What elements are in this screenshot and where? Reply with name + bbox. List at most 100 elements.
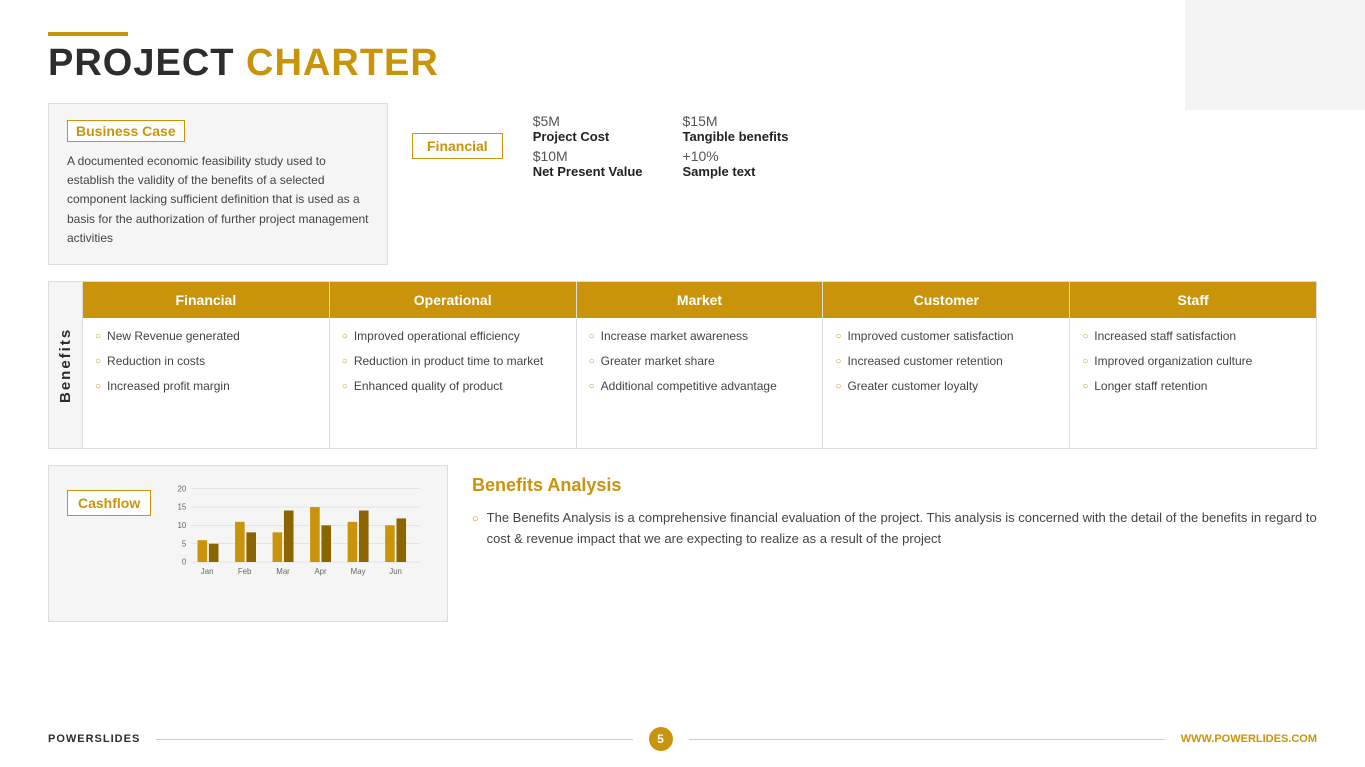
bullet-icon: ○ [342,355,348,369]
bullet-icon: ○ [589,330,595,344]
financial-amount-4: +10% Sample text [683,148,793,179]
bar [284,510,294,561]
bar [310,507,320,562]
bullet-icon: ○ [835,380,841,394]
bullet-icon: ○ [835,330,841,344]
benefits-analysis-box: Benefits Analysis ○ The Benefits Analysi… [472,465,1317,622]
svg-text:Jun: Jun [390,567,403,576]
page-title: PROJECT CHARTER [48,42,1317,85]
benefit-col-staff: Staff ○Increased staff satisfaction ○Imp… [1069,282,1316,448]
svg-text:0: 0 [182,558,187,567]
benefit-items-market: ○Increase market awareness ○Greater mark… [577,318,823,448]
list-item: ○Greater customer loyalty [835,378,1057,395]
bar [397,518,407,562]
ba-item: ○ The Benefits Analysis is a comprehensi… [472,508,1317,550]
footer-line-right [689,739,1165,740]
bar [209,544,219,562]
footer: POWERSLIDES 5 WWW.POWERLIDES.COM [48,727,1317,751]
benefit-items-customer: ○Improved customer satisfaction ○Increas… [823,318,1069,448]
benefit-header-financial: Financial [83,282,329,318]
benefit-col-customer: Customer ○Improved customer satisfaction… [822,282,1069,448]
cashflow-chart: 20 15 10 5 0 [167,480,429,602]
footer-page: 5 [649,727,673,751]
ba-bullet-icon: ○ [472,511,479,550]
bullet-icon: ○ [1082,330,1088,344]
bullet-icon: ○ [835,355,841,369]
list-item: ○Improved customer satisfaction [835,328,1057,345]
bar [348,522,358,562]
benefit-items-staff: ○Increased staff satisfaction ○Improved … [1070,318,1316,448]
benefits-label: Benefits [49,282,82,448]
benefits-grid: Financial ○New Revenue generated ○Reduct… [82,282,1316,448]
bar [235,522,245,562]
list-item: ○Reduction in product time to market [342,353,564,370]
financial-amount-1: $5M Project Cost [533,113,643,144]
cashflow-box: Cashflow 20 15 10 5 0 [48,465,448,622]
chart-area: 20 15 10 5 0 [167,480,429,607]
benefit-col-operational: Operational ○Improved operational effici… [329,282,576,448]
ba-text: The Benefits Analysis is a comprehensive… [487,508,1317,550]
bar [273,532,283,562]
benefit-items-financial: ○New Revenue generated ○Reduction in cos… [83,318,329,448]
list-item: ○Increase market awareness [589,328,811,345]
cashflow-label: Cashflow [67,490,151,516]
business-case-box: Business Case A documented economic feas… [48,103,388,265]
svg-text:May: May [351,567,366,576]
financial-amount-3: $10M Net Present Value [533,148,643,179]
title-charter: CHARTER [246,42,439,84]
svg-text:Jan: Jan [201,567,214,576]
footer-url: WWW.POWERLIDES.COM [1181,733,1317,745]
benefits-section: Benefits Financial ○New Revenue generate… [48,281,1317,449]
bullet-icon: ○ [342,380,348,394]
title-area: PROJECT CHARTER [48,32,1317,85]
bullet-icon: ○ [1082,355,1088,369]
bullet-icon: ○ [95,330,101,344]
svg-text:20: 20 [178,484,187,493]
svg-text:Feb: Feb [238,567,252,576]
business-case-title: Business Case [67,120,185,142]
bar [359,510,369,561]
benefit-items-operational: ○Improved operational efficiency ○Reduct… [330,318,576,448]
deco-box [1185,0,1365,110]
bullet-icon: ○ [95,380,101,394]
financial-amount-2: $15M Tangible benefits [683,113,793,144]
list-item: ○Increased staff satisfaction [1082,328,1304,345]
bullet-icon: ○ [589,355,595,369]
list-item: ○Increased profit margin [95,378,317,395]
financial-data: $5M Project Cost $15M Tangible benefits … [533,113,793,179]
bar [322,525,332,562]
list-item: ○Increased customer retention [835,353,1057,370]
financial-label: Financial [412,133,503,159]
bottom-grid: Cashflow 20 15 10 5 0 [48,465,1317,622]
list-item: ○Additional competitive advantage [589,378,811,395]
bullet-icon: ○ [1082,380,1088,394]
ba-title: Benefits Analysis [472,475,1317,496]
list-item: ○Enhanced quality of product [342,378,564,395]
svg-text:Mar: Mar [277,567,291,576]
svg-text:5: 5 [182,539,187,548]
business-case-text: A documented economic feasibility study … [67,152,369,248]
title-bar [48,32,128,36]
bullet-icon: ○ [342,330,348,344]
benefit-header-operational: Operational [330,282,576,318]
benefit-header-market: Market [577,282,823,318]
benefit-header-customer: Customer [823,282,1069,318]
benefit-header-staff: Staff [1070,282,1316,318]
svg-text:10: 10 [178,521,187,530]
list-item: ○New Revenue generated [95,328,317,345]
list-item: ○Greater market share [589,353,811,370]
list-item: ○Improved operational efficiency [342,328,564,345]
title-project: PROJECT [48,42,234,84]
main-grid: Business Case A documented economic feas… [48,103,1317,265]
list-item: ○Reduction in costs [95,353,317,370]
footer-brand: POWERSLIDES [48,733,140,745]
list-item: ○Improved organization culture [1082,353,1304,370]
footer-line-left [156,739,632,740]
page: PROJECT CHARTER Business Case A document… [0,0,1365,767]
list-item: ○Longer staff retention [1082,378,1304,395]
svg-text:Apr: Apr [315,567,328,576]
bar [247,532,257,562]
bullet-icon: ○ [95,355,101,369]
svg-text:15: 15 [178,503,187,512]
bullet-icon: ○ [589,380,595,394]
